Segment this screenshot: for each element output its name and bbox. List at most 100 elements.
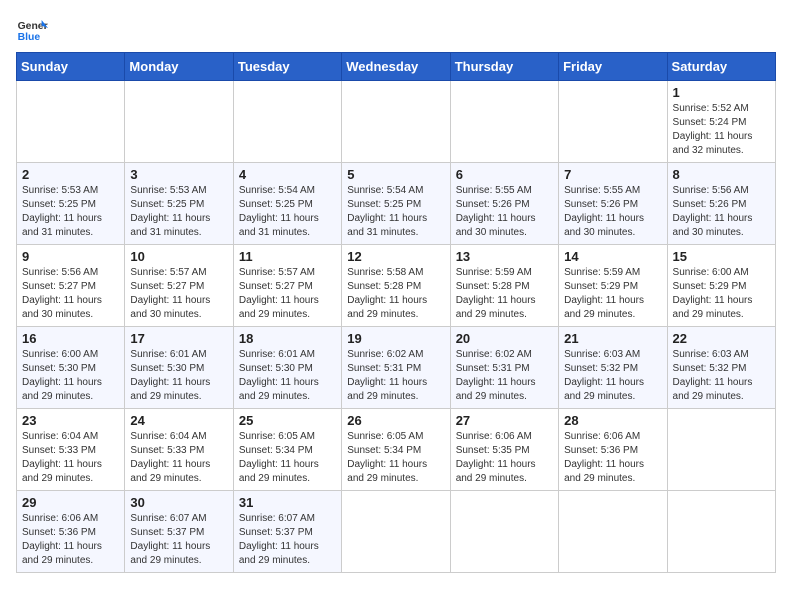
day-info: Sunrise: 5:58 AMSunset: 5:28 PMDaylight:… xyxy=(347,266,444,322)
day-number: 9 xyxy=(22,249,119,264)
logo: General Blue xyxy=(16,16,48,44)
header-sunday: Sunday xyxy=(17,53,125,81)
day-info: Sunrise: 5:57 AMSunset: 5:27 PMDaylight:… xyxy=(239,266,336,322)
calendar-cell xyxy=(667,409,775,491)
day-number: 25 xyxy=(239,413,336,428)
calendar-cell: 28Sunrise: 6:06 AMSunset: 5:36 PMDayligh… xyxy=(559,409,667,491)
day-number: 19 xyxy=(347,331,444,346)
calendar-cell xyxy=(342,491,450,573)
day-number: 13 xyxy=(456,249,553,264)
day-info: Sunrise: 6:06 AMSunset: 5:35 PMDaylight:… xyxy=(456,430,553,486)
calendar-cell: 7Sunrise: 5:55 AMSunset: 5:26 PMDaylight… xyxy=(559,163,667,245)
day-number: 2 xyxy=(22,167,119,182)
calendar-cell: 29 Sunrise: 6:06 AMSunset: 5:36 PMDayligh… xyxy=(17,491,125,573)
calendar-header-row: SundayMondayTuesdayWednesdayThursdayFrid… xyxy=(17,53,776,81)
day-info: Sunrise: 5:57 AMSunset: 5:27 PMDaylight:… xyxy=(130,266,227,322)
calendar-cell: 21Sunrise: 6:03 AMSunset: 5:32 PMDayligh… xyxy=(559,327,667,409)
calendar-cell: 1 Sunrise: 5:52 AMSunset: 5:24 PMDaylight… xyxy=(667,81,775,163)
day-number: 26 xyxy=(347,413,444,428)
day-number: 20 xyxy=(456,331,553,346)
day-number: 14 xyxy=(564,249,661,264)
day-info: Sunrise: 6:02 AMSunset: 5:31 PMDaylight:… xyxy=(347,348,444,404)
calendar-cell: 17 Sunrise: 6:01 AMSunset: 5:30 PMDayligh… xyxy=(125,327,233,409)
calendar-cell: 10Sunrise: 5:57 AMSunset: 5:27 PMDayligh… xyxy=(125,245,233,327)
day-info: Sunrise: 6:05 AMSunset: 5:34 PMDaylight:… xyxy=(239,430,336,486)
calendar-cell xyxy=(559,491,667,573)
day-info: Sunrise: 5:59 AMSunset: 5:28 PMDaylight:… xyxy=(456,266,553,322)
calendar-cell: 9 Sunrise: 5:56 AMSunset: 5:27 PMDaylight… xyxy=(17,245,125,327)
calendar-cell: 31 Sunrise: 6:07 AMSunset: 5:37 PMDayligh… xyxy=(233,491,341,573)
calendar-cell: 13 Sunrise: 5:59 AMSunset: 5:28 PMDayligh… xyxy=(450,245,558,327)
day-info: Sunrise: 6:04 AMSunset: 5:33 PMDaylight:… xyxy=(130,430,227,486)
calendar-cell: 16Sunrise: 6:00 AMSunset: 5:30 PMDayligh… xyxy=(17,327,125,409)
calendar-cell: 5Sunrise: 5:54 AMSunset: 5:25 PMDaylight… xyxy=(342,163,450,245)
day-number: 11 xyxy=(239,249,336,264)
day-number: 30 xyxy=(130,495,227,510)
day-info: Sunrise: 6:03 AMSunset: 5:32 PMDaylight:… xyxy=(673,348,770,404)
day-info: Sunrise: 6:04 AMSunset: 5:33 PMDaylight:… xyxy=(22,430,119,486)
calendar-cell: 20 Sunrise: 6:02 AMSunset: 5:31 PMDayligh… xyxy=(450,327,558,409)
day-number: 15 xyxy=(673,249,770,264)
calendar-table: SundayMondayTuesdayWednesdayThursdayFrid… xyxy=(16,52,776,573)
calendar-week-3: 16Sunrise: 6:00 AMSunset: 5:30 PMDayligh… xyxy=(17,327,776,409)
day-info: Sunrise: 6:01 AMSunset: 5:30 PMDaylight:… xyxy=(130,348,227,404)
day-info: Sunrise: 5:53 AMSunset: 5:25 PMDaylight:… xyxy=(130,184,227,240)
calendar-cell: 2Sunrise: 5:53 AMSunset: 5:25 PMDaylight… xyxy=(17,163,125,245)
calendar-cell: 12Sunrise: 5:58 AMSunset: 5:28 PMDayligh… xyxy=(342,245,450,327)
header-wednesday: Wednesday xyxy=(342,53,450,81)
calendar-week-5: 29 Sunrise: 6:06 AMSunset: 5:36 PMDayligh… xyxy=(17,491,776,573)
day-number: 17 xyxy=(130,331,227,346)
header-monday: Monday xyxy=(125,53,233,81)
day-info: Sunrise: 6:02 AMSunset: 5:31 PMDaylight:… xyxy=(456,348,553,404)
svg-text:Blue: Blue xyxy=(18,32,41,43)
calendar-week-1: 2 Sunrise: 5:53 AMSunset: 5:25 PMDaylight… xyxy=(17,163,776,245)
day-number: 7 xyxy=(564,167,661,182)
logo-icon: General Blue xyxy=(16,16,48,44)
day-number: 5 xyxy=(347,167,444,182)
calendar-cell xyxy=(559,81,667,163)
calendar-cell: 22 Sunrise: 6:03 AMSunset: 5:32 PMDayligh… xyxy=(667,327,775,409)
day-info: Sunrise: 6:07 AMSunset: 5:37 PMDaylight:… xyxy=(239,512,336,568)
calendar-cell xyxy=(667,491,775,573)
calendar-cell: 23Sunrise: 6:04 AMSunset: 5:33 PMDayligh… xyxy=(17,409,125,491)
calendar-cell: 14 Sunrise: 5:59 AMSunset: 5:29 PMDayligh… xyxy=(559,245,667,327)
calendar-cell xyxy=(342,81,450,163)
day-number: 3 xyxy=(130,167,227,182)
header-friday: Friday xyxy=(559,53,667,81)
day-info: Sunrise: 5:54 AMSunset: 5:25 PMDaylight:… xyxy=(239,184,336,240)
day-info: Sunrise: 6:05 AMSunset: 5:34 PMDaylight:… xyxy=(347,430,444,486)
day-info: Sunrise: 6:00 AMSunset: 5:29 PMDaylight:… xyxy=(673,266,770,322)
calendar-week-2: 9 Sunrise: 5:56 AMSunset: 5:27 PMDaylight… xyxy=(17,245,776,327)
day-number: 29 xyxy=(22,495,119,510)
calendar-cell: 19 Sunrise: 6:02 AMSunset: 5:31 PMDayligh… xyxy=(342,327,450,409)
day-info: Sunrise: 5:55 AMSunset: 5:26 PMDaylight:… xyxy=(456,184,553,240)
header-tuesday: Tuesday xyxy=(233,53,341,81)
day-number: 16 xyxy=(22,331,119,346)
calendar-cell xyxy=(17,81,125,163)
day-number: 27 xyxy=(456,413,553,428)
day-info: Sunrise: 5:52 AMSunset: 5:24 PMDaylight:… xyxy=(673,102,770,158)
calendar-cell xyxy=(233,81,341,163)
day-number: 4 xyxy=(239,167,336,182)
day-number: 22 xyxy=(673,331,770,346)
calendar-cell xyxy=(125,81,233,163)
day-info: Sunrise: 5:56 AMSunset: 5:27 PMDaylight:… xyxy=(22,266,119,322)
calendar-cell: 30 Sunrise: 6:07 AMSunset: 5:37 PMDayligh… xyxy=(125,491,233,573)
calendar-week-0: 1 Sunrise: 5:52 AMSunset: 5:24 PMDaylight… xyxy=(17,81,776,163)
day-number: 24 xyxy=(130,413,227,428)
day-number: 18 xyxy=(239,331,336,346)
calendar-week-4: 23Sunrise: 6:04 AMSunset: 5:33 PMDayligh… xyxy=(17,409,776,491)
day-info: Sunrise: 6:06 AMSunset: 5:36 PMDaylight:… xyxy=(22,512,119,568)
day-info: Sunrise: 5:59 AMSunset: 5:29 PMDaylight:… xyxy=(564,266,661,322)
day-number: 1 xyxy=(673,85,770,100)
calendar-cell: 26 Sunrise: 6:05 AMSunset: 5:34 PMDayligh… xyxy=(342,409,450,491)
day-number: 31 xyxy=(239,495,336,510)
calendar-cell: 4 Sunrise: 5:54 AMSunset: 5:25 PMDaylight… xyxy=(233,163,341,245)
day-info: Sunrise: 6:03 AMSunset: 5:32 PMDaylight:… xyxy=(564,348,661,404)
calendar-cell: 18Sunrise: 6:01 AMSunset: 5:30 PMDayligh… xyxy=(233,327,341,409)
calendar-cell: 6Sunrise: 5:55 AMSunset: 5:26 PMDaylight… xyxy=(450,163,558,245)
day-info: Sunrise: 6:07 AMSunset: 5:37 PMDaylight:… xyxy=(130,512,227,568)
calendar-cell: 27 Sunrise: 6:06 AMSunset: 5:35 PMDayligh… xyxy=(450,409,558,491)
page-header: General Blue xyxy=(16,16,776,44)
header-thursday: Thursday xyxy=(450,53,558,81)
